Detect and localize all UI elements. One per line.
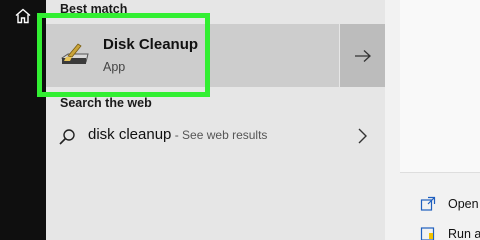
- web-query: disk cleanup: [88, 126, 172, 143]
- app-type-label: App: [103, 60, 126, 74]
- run-as-admin-icon: [420, 227, 435, 240]
- search-icon: [59, 129, 75, 145]
- open-action[interactable]: Open: [448, 197, 479, 211]
- preview-card: [400, 0, 480, 172]
- open-app-arrow-button[interactable]: [339, 24, 385, 87]
- preview-divider: [400, 172, 480, 173]
- app-name[interactable]: Disk Cleanup: [103, 36, 198, 53]
- web-result-text[interactable]: disk cleanup - See web results: [88, 126, 267, 143]
- start-search-window: Best match Search the web Disk Cleanup A…: [0, 0, 480, 240]
- home-icon[interactable]: [14, 7, 32, 25]
- run-as-action[interactable]: Run a: [448, 227, 480, 240]
- chevron-right-icon[interactable]: [356, 127, 368, 145]
- arrow-right-icon: [354, 49, 371, 62]
- search-web-heading: Search the web: [60, 96, 152, 110]
- disk-cleanup-icon: [61, 43, 89, 64]
- web-results-suffix: - See web results: [171, 128, 268, 142]
- open-icon: [420, 196, 436, 211]
